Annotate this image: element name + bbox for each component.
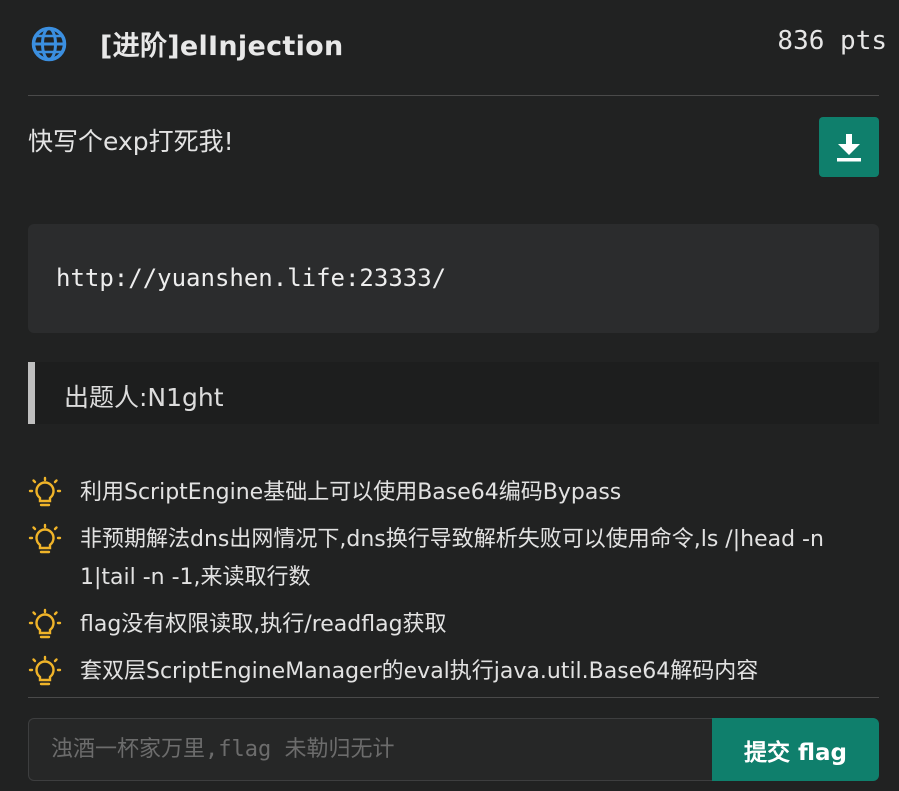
- challenge-description: 快写个exp打死我!: [28, 127, 234, 156]
- hint-text: 套双层ScriptEngineManager的eval执行java.util.B…: [80, 659, 759, 684]
- divider: [28, 697, 879, 698]
- flag-input[interactable]: [28, 718, 712, 781]
- hint-item: 利用ScriptEngine基础上可以使用Base64编码Bypass: [28, 474, 879, 512]
- hint-text: 非预期解法dns出网情况下,dns换行导致解析失败可以使用命令,ls /|hea…: [80, 527, 824, 590]
- hint-text: 利用ScriptEngine基础上可以使用Base64编码Bypass: [80, 480, 622, 505]
- hint-item: 非预期解法dns出网情况下,dns换行导致解析失败可以使用命令,ls /|hea…: [28, 521, 879, 597]
- author-blockquote: 出题人:N1ght: [28, 362, 879, 424]
- url-code-block: http://yuanshen.life:23333/: [28, 224, 879, 333]
- submit-flag-button[interactable]: 提交 flag: [712, 718, 879, 781]
- download-button[interactable]: [819, 117, 879, 177]
- lightbulb-icon: [28, 476, 62, 507]
- hint-text: flag没有权限读取,执行/readflag获取: [80, 612, 447, 637]
- lightbulb-icon: [28, 608, 62, 639]
- author-text: 出题人:N1ght: [64, 383, 224, 412]
- challenge-header: [进阶]elInjection 836 pts: [0, 0, 899, 95]
- quote-bar: [28, 362, 35, 424]
- globe-icon: [31, 26, 67, 62]
- divider: [28, 95, 879, 96]
- hints-list: 利用ScriptEngine基础上可以使用Base64编码Bypass 非预期解…: [28, 474, 879, 700]
- challenge-points: 836 pts: [777, 26, 887, 56]
- lightbulb-icon: [28, 523, 62, 554]
- challenge-title: [进阶]elInjection: [100, 31, 344, 62]
- hint-item: flag没有权限读取,执行/readflag获取: [28, 606, 879, 644]
- lightbulb-icon: [28, 655, 62, 686]
- challenge-url[interactable]: http://yuanshen.life:23333/: [56, 264, 446, 292]
- hint-item: 套双层ScriptEngineManager的eval执行java.util.B…: [28, 653, 879, 691]
- download-icon: [837, 134, 861, 162]
